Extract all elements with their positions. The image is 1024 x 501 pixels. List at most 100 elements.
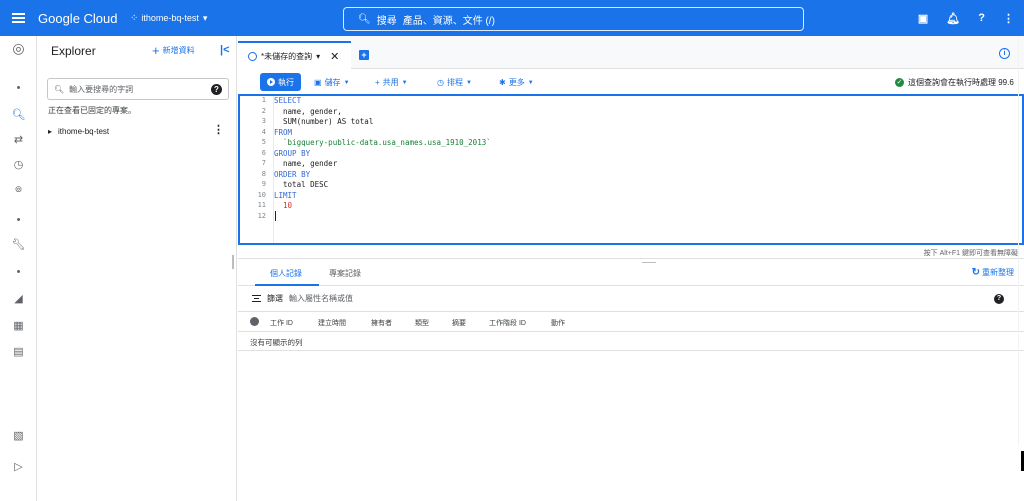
refresh-button[interactable]: ↻ 重新整理 — [972, 267, 1014, 278]
chart-icon[interactable]: ◢ — [0, 292, 37, 305]
dot-icon: • — [16, 266, 21, 278]
code-line: LIMIT — [274, 190, 297, 200]
panel-resize-handle[interactable] — [232, 255, 234, 269]
top-app-bar: Google Cloud ⁘ ithome-bq-test ▾ 🔍︎ 搜尋 產品… — [0, 0, 1024, 36]
refresh-label: 重新整理 — [982, 268, 1014, 277]
dashboard-icon[interactable]: ▦ — [0, 319, 37, 332]
explorer-search-input[interactable]: 🔍︎ 輸入要搜尋的字詞 ? — [47, 78, 229, 100]
query-toolbar: 執行 ▣ 儲存 ▼ + 共用 ▼ ◷ 排程 ▼ ✱ 更多 ▼ ✓ 這個查詢會在執… — [238, 69, 1024, 95]
search-label: 搜尋 — [376, 15, 397, 27]
search-icon: 🔍︎ — [358, 13, 371, 25]
run-button[interactable]: 執行 — [260, 73, 301, 91]
transfer-icon[interactable]: ⇄ — [0, 133, 37, 146]
chevron-down-icon: ▼ — [527, 79, 534, 86]
sql-editor[interactable]: 1 2 3 4 5 6 7 8 9 10 11 12 SELECT name, … — [238, 94, 1024, 245]
info-icon[interactable]: i — [999, 48, 1010, 59]
schedule-label: 排程 — [446, 78, 463, 87]
run-label: 執行 — [278, 77, 294, 87]
clock-icon[interactable]: ◷ — [0, 158, 37, 171]
tab-bar: *未儲存的查詢 ▾ ✕ + i — [238, 36, 1024, 69]
project-icon: ⁘ — [130, 12, 138, 24]
code-line: FROM — [274, 127, 293, 137]
more-vert-icon[interactable]: ⋮ — [213, 124, 224, 136]
line-number: 12 — [257, 211, 266, 220]
refresh-icon: ↻ — [971, 267, 980, 278]
results-resize-handle[interactable] — [642, 262, 656, 263]
more-button[interactable]: ✱ 更多 ▼ — [499, 77, 534, 88]
column-header[interactable]: 擁有者 — [371, 318, 392, 328]
search-hint: 產品、資源、文件 (/) — [402, 15, 495, 27]
line-number: 10 — [257, 190, 266, 199]
share-label: 共用 — [382, 78, 399, 87]
line-number: 6 — [261, 148, 266, 157]
plus-icon: + — [152, 43, 160, 58]
tab-project-history[interactable]: 專案記錄 — [329, 268, 361, 279]
table-header: 工作 ID 建立時間 擁有者 類型 摘要 工作階段 ID 動作 — [238, 312, 1024, 332]
column-header[interactable]: 建立時間 — [318, 318, 346, 328]
chevron-down-icon[interactable]: ▾ — [316, 52, 320, 61]
new-tab-button[interactable]: + — [359, 50, 369, 60]
line-number: 5 — [261, 138, 266, 146]
code-line: name, gender, — [274, 106, 342, 116]
main-area: *未儲存的查詢 ▾ ✕ + i 執行 ▣ 儲存 ▼ + 共用 ▼ ◷ 排程 ▼ … — [238, 36, 1024, 501]
menu-icon[interactable] — [0, 0, 36, 36]
schedule-icon: ◷ — [437, 78, 444, 87]
column-header[interactable]: 摘要 — [452, 318, 466, 328]
filter-icon — [252, 295, 261, 302]
filter-bar[interactable]: 篩選 輸入屬性名稱或值 ? — [238, 286, 1024, 312]
project-tree-label: ithome-bq-test — [58, 126, 110, 136]
code-line: GROUP BY — [274, 148, 311, 158]
chevron-down-icon: ▼ — [465, 79, 472, 86]
expand-icon[interactable]: ▷ — [0, 460, 37, 473]
google-cloud-logo[interactable]: Google Cloud — [38, 11, 122, 26]
help-icon[interactable]: ? — [978, 12, 985, 24]
close-icon[interactable]: ✕ — [330, 50, 339, 63]
share-button[interactable]: + 共用 ▼ — [375, 77, 408, 88]
pinned-projects-note: 正在查看已固定的專案。 — [48, 106, 136, 115]
search-icon[interactable]: 🔍︎ — [0, 108, 37, 121]
accessibility-hint: 按下 Alt+F1 鍵即可查看無障礙 — [923, 250, 1018, 257]
project-picker[interactable]: ⁘ ithome-bq-test ▾ — [130, 13, 207, 24]
analytics-icon[interactable]: ⊚ — [0, 184, 37, 195]
line-number: 4 — [261, 127, 266, 136]
schedule-button[interactable]: ◷ 排程 ▼ — [437, 77, 472, 88]
column-header[interactable]: 工作階段 ID — [489, 318, 526, 328]
line-number: 2 — [261, 106, 266, 115]
divider — [238, 350, 1024, 351]
project-tree-item[interactable]: ▸ ithome-bq-test ⋮ — [48, 124, 228, 138]
job-history-panel: 個人記錄 專案記錄 ↻ 重新整理 篩選 輸入屬性名稱或值 ? 工作 ID 建立時… — [238, 258, 1024, 501]
search-bar[interactable]: 🔍︎ 搜尋 產品、資源、文件 (/) — [343, 7, 804, 31]
dot-icon: • — [16, 214, 21, 226]
code-line: `bigquery-public-data.usa_names.usa_1910… — [274, 138, 491, 147]
tab-personal-history[interactable]: 個人記錄 — [270, 268, 302, 279]
wrench-icon[interactable]: 🔧︎ — [0, 238, 37, 251]
column-header[interactable]: 類型 — [415, 318, 429, 328]
explorer-title: Explorer — [51, 44, 96, 58]
table-icon[interactable]: ▤ — [0, 345, 37, 358]
help-icon[interactable]: ? — [211, 84, 222, 95]
collapse-panel-icon[interactable]: |< — [220, 44, 230, 56]
dot-icon: • — [16, 82, 21, 94]
explorer-search-placeholder: 輸入要搜尋的字詞 — [69, 84, 134, 94]
status-column-icon — [250, 317, 259, 326]
notes-icon[interactable]: ▧ — [0, 429, 37, 442]
save-button[interactable]: ▣ 儲存 ▼ — [314, 77, 350, 88]
save-label: 儲存 — [324, 78, 341, 87]
column-header[interactable]: 動作 — [551, 318, 565, 328]
terminal-icon[interactable]: ▣ — [918, 12, 928, 25]
filter-input[interactable]: 輸入屬性名稱或值 — [289, 293, 353, 304]
add-data-button[interactable]: + 新增資料 — [152, 43, 195, 58]
expand-arrow-icon[interactable]: ▸ — [48, 127, 52, 136]
chevron-down-icon: ▾ — [202, 12, 208, 23]
gear-icon: ✱ — [499, 78, 506, 87]
explorer-panel: Explorer + 新增資料 |< 🔍︎ 輸入要搜尋的字詞 ? 正在查看已固定… — [37, 36, 237, 501]
bigquery-logo-icon[interactable]: ◎ — [0, 40, 37, 57]
query-validation-status: ✓ 這個查詢會在執行時處理 99.6 — [895, 77, 1014, 88]
column-header[interactable]: 工作 ID — [270, 318, 293, 328]
bell-icon[interactable]: 🔔︎ — [946, 12, 960, 25]
left-nav-rail: ◎ • 🔍︎ ⇄ ◷ ⊚ • 🔧︎ • ◢ ▦ ▤ ▧ ▷ — [0, 36, 37, 501]
line-number: 8 — [261, 169, 266, 178]
tab-unsaved-query[interactable]: *未儲存的查詢 ▾ ✕ — [238, 41, 351, 69]
more-vert-icon[interactable]: ⋮ — [1003, 12, 1014, 25]
help-icon[interactable]: ? — [994, 294, 1004, 304]
